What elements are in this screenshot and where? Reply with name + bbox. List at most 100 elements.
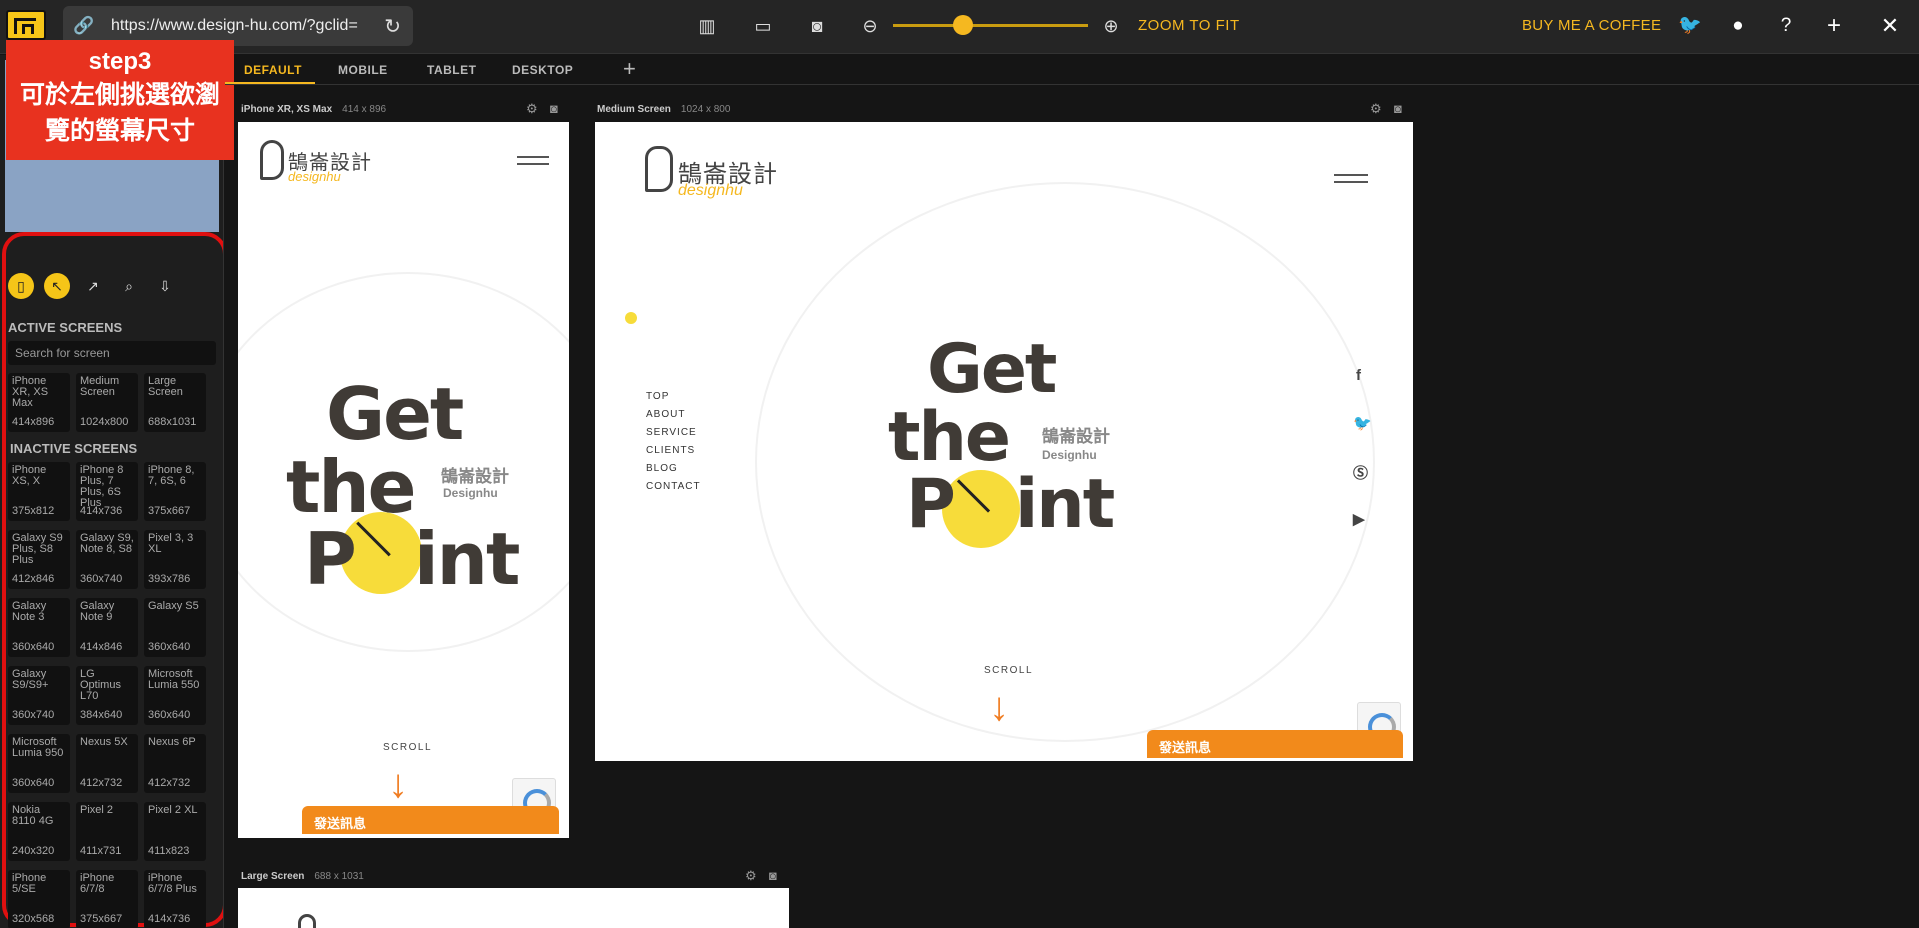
screen-card-dims: 1024x800 [80, 416, 129, 428]
columns-layout-icon[interactable]: ▥ [694, 13, 720, 39]
nav-blog[interactable]: BLOG [646, 460, 701, 478]
menu-icon[interactable] [1334, 174, 1368, 176]
screen-card-name: iPhone XS, X [12, 464, 47, 487]
skype-icon[interactable]: Ⓢ [1353, 462, 1368, 483]
facebook-icon[interactable]: f [1356, 367, 1361, 384]
app-logo[interactable] [6, 10, 46, 40]
screen-card-dims: 375x812 [12, 505, 55, 517]
screen-card[interactable]: Galaxy S9, Note 8, S8 360x740 [76, 530, 138, 589]
search-icon[interactable]: ⌕ [116, 273, 142, 299]
add-tab-icon[interactable]: + [623, 56, 636, 82]
screen-card[interactable]: iPhone XR, XS Max 414x896 [8, 373, 70, 432]
zoom-out-icon[interactable]: ⊖ [857, 13, 883, 39]
nav-service[interactable]: SERVICE [646, 424, 701, 442]
zoom-slider-track[interactable] [893, 24, 1088, 27]
screen-card-name: iPhone 5/SE [12, 872, 47, 895]
hero-line-3-start: P [906, 465, 956, 544]
inspect-icon[interactable]: ↖ [44, 273, 70, 299]
screen-card-dims: 240x320 [12, 845, 55, 857]
close-icon[interactable]: ✕ [1877, 13, 1903, 39]
screenshot-icon[interactable]: ◙ [769, 868, 777, 883]
device-rotate-icon[interactable]: ▭ [750, 13, 776, 39]
url-text[interactable]: https://www.design-hu.com/?gclid= [111, 17, 383, 35]
screen-card[interactable]: Galaxy Note 9 414x846 [76, 598, 138, 657]
screen-card[interactable]: iPhone 8 Plus, 7 Plus, 6S Plus 414x736 [76, 462, 138, 521]
screen-card-dims: 414x736 [80, 505, 123, 517]
step-number: step3 [88, 48, 152, 75]
screen-card[interactable]: Galaxy S5 360x640 [144, 598, 206, 657]
zoom-in-icon[interactable]: ⊕ [1098, 13, 1124, 39]
settings-icon[interactable]: ⚙ [745, 868, 757, 884]
scroll-arrow-icon[interactable]: ↓ [388, 762, 408, 807]
screenshot-icon[interactable]: ◙ [550, 101, 558, 116]
screen-card-name: iPhone XR, XS Max [12, 375, 49, 409]
screen-card[interactable]: Pixel 2 XL 411x823 [144, 802, 206, 861]
screen-card-name: Medium Screen [80, 375, 120, 398]
large-device-label: Large Screen 688 x 1031 [241, 871, 364, 882]
tab-default[interactable]: DEFAULT [244, 63, 302, 77]
send-message-button[interactable]: 發送訊息 [302, 806, 559, 834]
twitter-icon[interactable]: 🐦 [1353, 414, 1372, 432]
reload-icon[interactable]: ↻ [384, 14, 401, 39]
nav-top[interactable]: TOP [646, 388, 701, 406]
screen-card[interactable]: Pixel 2 411x731 [76, 802, 138, 861]
screen-card[interactable]: Pixel 3, 3 XL 393x786 [144, 530, 206, 589]
screen-card[interactable]: Galaxy S9/S9+ 360x740 [8, 666, 70, 725]
menu-icon[interactable] [517, 156, 549, 158]
camera-icon[interactable]: ◙ [804, 13, 830, 39]
phone-frame[interactable]: 鵠崙設計 designhu Get the P int 鵠崙設計 Designh… [238, 122, 569, 838]
screen-card[interactable]: iPhone 8, 7, 6S, 6 375x667 [144, 462, 206, 521]
screen-card[interactable]: Medium Screen 1024x800 [76, 373, 138, 432]
screen-card-name: Galaxy Note 3 [12, 600, 47, 623]
screen-card-name: Nexus 6P [148, 736, 196, 748]
decor-dot [625, 312, 637, 324]
screen-card[interactable]: iPhone 6/7/8 375x667 [76, 870, 138, 928]
tab-desktop[interactable]: DESKTOP [512, 63, 573, 77]
screen-card-name: iPhone 6/7/8 [80, 872, 115, 895]
nav-contact[interactable]: CONTACT [646, 478, 701, 496]
mobile-toggle-icon[interactable]: ▯ [8, 273, 34, 299]
screen-card[interactable]: Nexus 5X 412x732 [76, 734, 138, 793]
inactive-screens-heading: INACTIVE SCREENS [10, 441, 138, 456]
settings-icon[interactable]: ⚙ [526, 101, 538, 117]
screen-card[interactable]: Microsoft Lumia 950 360x640 [8, 734, 70, 793]
twitter-icon[interactable]: 🐦 [1677, 13, 1703, 39]
screen-search-input[interactable]: Search for screen [8, 341, 216, 365]
screen-card[interactable]: Nokia 8110 4G 240x320 [8, 802, 70, 861]
nav-clients[interactable]: CLIENTS [646, 442, 701, 460]
screen-card-dims: 393x786 [148, 573, 191, 585]
screen-card-dims: 360x640 [12, 641, 55, 653]
youtube-icon[interactable]: ▶ [1353, 510, 1365, 528]
large-frame[interactable] [238, 888, 789, 928]
github-icon[interactable]: ● [1725, 13, 1751, 39]
site-logo-subtext: designhu [678, 182, 743, 199]
tab-tablet[interactable]: TABLET [427, 63, 476, 77]
buy-coffee-link[interactable]: BUY ME A COFFEE [1522, 17, 1661, 34]
help-icon[interactable]: ? [1773, 13, 1799, 39]
screenshot-icon[interactable]: ◙ [1394, 101, 1402, 116]
medium-frame[interactable]: 鵠崙設計 designhu TOP ABOUT SERVICE CLIENTS … [595, 122, 1413, 761]
screen-card-dims: 688x1031 [148, 416, 197, 428]
cursor-icon[interactable]: ↗ [80, 273, 106, 299]
download-icon[interactable]: ⇩ [152, 273, 178, 299]
screen-card[interactable]: LG Optimus L70 384x640 [76, 666, 138, 725]
tabs-bar: DEFAULT MOBILE TABLET DESKTOP [225, 55, 1919, 85]
screen-card[interactable]: Galaxy S9 Plus, S8 Plus 412x846 [8, 530, 70, 589]
zoom-to-fit-button[interactable]: ZOOM TO FIT [1138, 17, 1240, 34]
scroll-arrow-icon[interactable]: ↓ [989, 685, 1009, 730]
screen-card[interactable]: Microsoft Lumia 550 360x640 [144, 666, 206, 725]
screen-card[interactable]: iPhone 6/7/8 Plus 414x736 [144, 870, 206, 928]
tab-mobile[interactable]: MOBILE [338, 63, 388, 77]
screen-card[interactable]: Nexus 6P 412x732 [144, 734, 206, 793]
settings-icon[interactable]: ⚙ [1370, 101, 1382, 117]
screen-card[interactable]: iPhone 5/SE 320x568 [8, 870, 70, 928]
zoom-slider-handle[interactable] [953, 15, 973, 35]
screen-card[interactable]: iPhone XS, X 375x812 [8, 462, 70, 521]
hero-brand-en: Designhu [1042, 448, 1097, 462]
screen-card[interactable]: Large Screen 688x1031 [144, 373, 206, 432]
nav-about[interactable]: ABOUT [646, 406, 701, 424]
screen-card[interactable]: Galaxy Note 3 360x640 [8, 598, 70, 657]
add-icon[interactable]: + [1821, 13, 1847, 39]
screen-card-dims: 360x740 [12, 709, 55, 721]
send-message-button[interactable]: 發送訊息 [1147, 730, 1403, 758]
